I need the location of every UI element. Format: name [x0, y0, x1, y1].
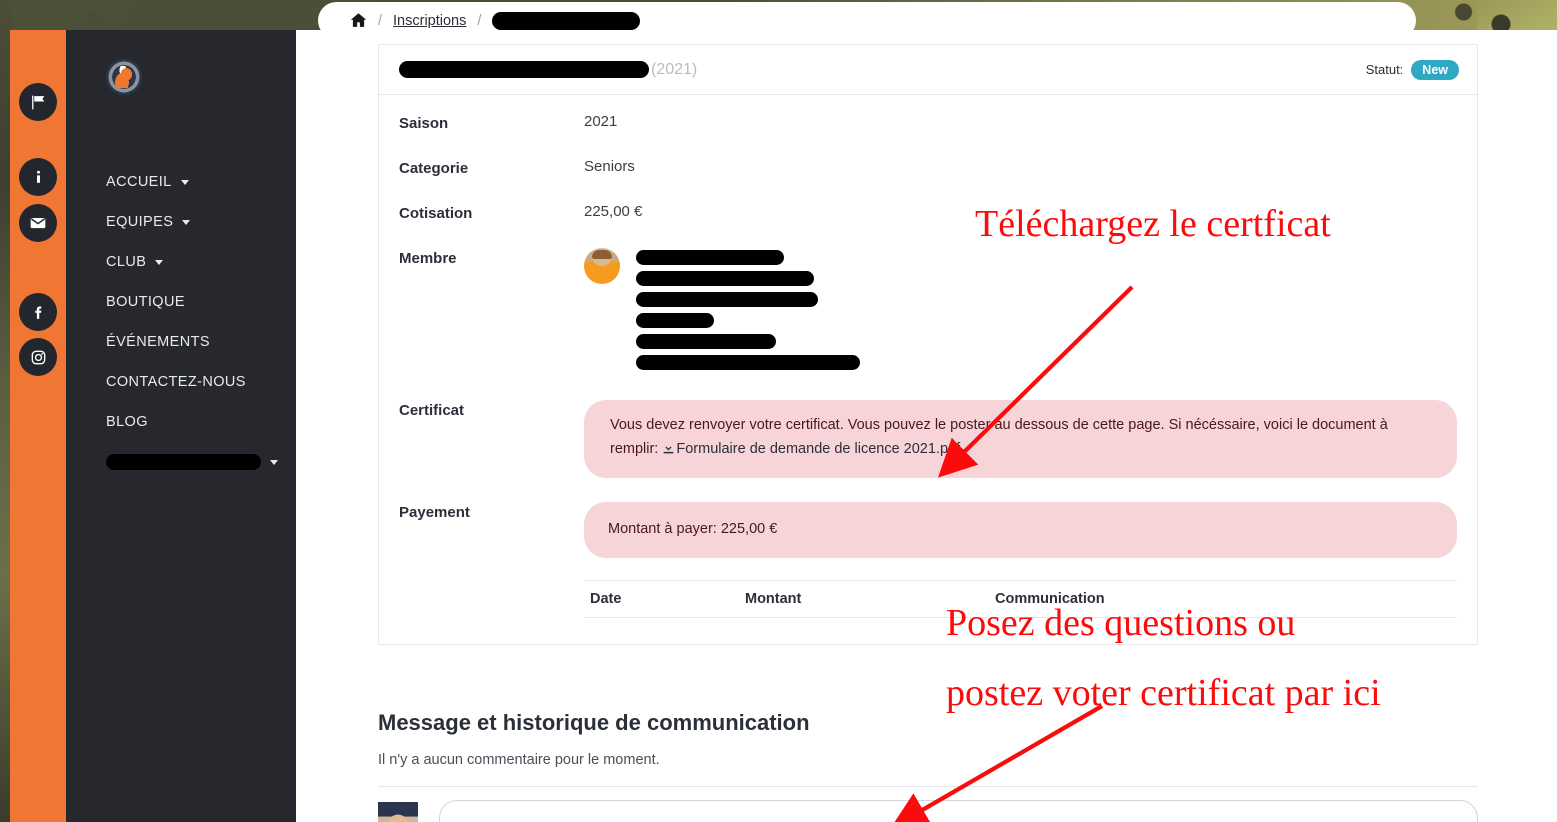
- breadcrumb-link-inscriptions[interactable]: Inscriptions: [393, 13, 466, 29]
- card-body: Saison 2021 Categorie Seniors Cotisation…: [379, 95, 1477, 644]
- annot-questions-line2: postez voter certificat par ici: [946, 672, 1381, 714]
- payement-alert: Montant à payer: 225,00 €: [584, 501, 1457, 558]
- sidebar-item-accueil[interactable]: ACCUEIL: [66, 162, 296, 202]
- chevron-down-icon: [155, 259, 164, 265]
- member-avatar: [584, 248, 620, 284]
- redacted-line: [636, 334, 776, 349]
- field-row-categorie: Categorie Seniors: [399, 158, 1457, 177]
- value-categorie: Seniors: [584, 158, 635, 175]
- field-row-certificat: Certificat Vous devez renvoyer votre cer…: [399, 400, 1457, 478]
- messages-empty-text: Il n'y a aucun commentaire pour le momen…: [378, 752, 660, 768]
- redacted-line: [636, 271, 814, 286]
- breadcrumb: / Inscriptions /: [318, 2, 1416, 39]
- status-area: Statut: New: [1365, 59, 1459, 80]
- sidebar-item-equipes[interactable]: EQUIPES: [66, 202, 296, 242]
- info-icon[interactable]: [19, 158, 57, 196]
- social-icon-rail: [10, 30, 66, 822]
- card-title-year: (2021): [651, 60, 698, 78]
- certificat-alert: Vous devez renvoyer votre certificat. Vo…: [584, 400, 1457, 478]
- breadcrumb-current-redacted: [492, 11, 641, 30]
- inscription-card: (2021) Statut: New Saison 2021 Categorie…: [378, 44, 1478, 645]
- breadcrumb-separator-1: /: [378, 12, 383, 29]
- sidebar-item-account-redacted[interactable]: [66, 442, 296, 482]
- value-cotisation: 225,00 €: [584, 203, 643, 220]
- breadcrumb-separator-2: /: [477, 12, 482, 29]
- col-date: Date: [584, 579, 739, 618]
- label-membre: Membre: [399, 250, 457, 267]
- sidebar-item-label: EQUIPES: [106, 214, 174, 230]
- sidebar-item-label: BOUTIQUE: [106, 294, 185, 310]
- instagram-icon[interactable]: [19, 338, 57, 376]
- certificat-pdf-filename: Formulaire de demande de licence 2021.pd…: [676, 440, 961, 457]
- label-categorie: Categorie: [399, 160, 469, 177]
- card-header: (2021) Statut: New: [379, 45, 1477, 95]
- sidebar-item-boutique[interactable]: BOUTIQUE: [66, 282, 296, 322]
- member-block: [584, 248, 860, 370]
- label-cotisation: Cotisation: [399, 205, 473, 222]
- messages-section-title: Message et historique de communication: [378, 710, 810, 735]
- chevron-down-icon: [180, 179, 189, 185]
- page-root: (2021) Statut: New Saison 2021 Categorie…: [0, 0, 1557, 822]
- redacted-account-label: [106, 454, 261, 470]
- label-payement: Payement: [399, 503, 470, 521]
- payement-alert-text: Montant à payer: 225,00 €: [608, 520, 778, 537]
- redacted-line: [636, 292, 818, 307]
- field-row-payement: Payement Montant à payer: 225,00 € Date …: [399, 501, 1457, 618]
- field-row-saison: Saison 2021: [399, 113, 1457, 132]
- redacted-member-name: [399, 61, 649, 78]
- logo-flame-icon: [114, 66, 134, 88]
- field-row-membre: Membre: [399, 248, 1457, 370]
- redacted-line: [636, 355, 860, 370]
- message-input[interactable]: [439, 800, 1478, 822]
- status-label: Statut:: [1365, 62, 1404, 77]
- download-icon: [662, 440, 675, 464]
- sidebar-item-blog[interactable]: BLOG: [66, 402, 296, 442]
- card-title: (2021): [399, 61, 697, 79]
- sidebar-item-label: BLOG: [106, 414, 148, 430]
- sidebar-item-label: CONTACTEZ-NOUS: [106, 374, 246, 390]
- sidebar-item-label: CLUB: [106, 254, 147, 270]
- envelope-icon[interactable]: [19, 204, 57, 242]
- sidebar-nav: ACCUEIL EQUIPES CLUB BOUTIQUE ÉVÉNEMENTS…: [66, 162, 296, 482]
- redacted-line: [636, 313, 714, 328]
- flag-icon[interactable]: [19, 83, 57, 121]
- status-badge: New: [1411, 59, 1459, 80]
- annot-questions-line1: Posez des questions ou: [946, 602, 1296, 644]
- label-saison: Saison: [399, 115, 449, 132]
- club-logo[interactable]: [106, 59, 142, 95]
- sidebar-item-club[interactable]: CLUB: [66, 242, 296, 282]
- annot-certificat: Téléchargez le certficat: [975, 203, 1331, 245]
- sidebar-item-label: ACCUEIL: [106, 174, 172, 190]
- home-icon[interactable]: [350, 12, 367, 29]
- certificat-pdf-link[interactable]: Formulaire de demande de licence 2021.pd…: [662, 441, 960, 457]
- chevron-down-icon: [182, 219, 191, 225]
- current-user-avatar: [378, 802, 418, 822]
- messages-divider: [378, 786, 1478, 787]
- sidebar-item-contactez-nous[interactable]: CONTACTEZ-NOUS: [66, 362, 296, 402]
- main-sidebar: ACCUEIL EQUIPES CLUB BOUTIQUE ÉVÉNEMENTS…: [66, 30, 296, 822]
- facebook-icon[interactable]: [19, 293, 57, 331]
- member-redacted-details: [636, 248, 860, 370]
- redacted-line: [636, 250, 784, 265]
- label-certificat: Certificat: [399, 402, 465, 419]
- sidebar-item-label: ÉVÉNEMENTS: [106, 334, 210, 350]
- value-saison: 2021: [584, 113, 618, 130]
- sidebar-item-evenements[interactable]: ÉVÉNEMENTS: [66, 322, 296, 362]
- chevron-down-icon: [270, 459, 278, 465]
